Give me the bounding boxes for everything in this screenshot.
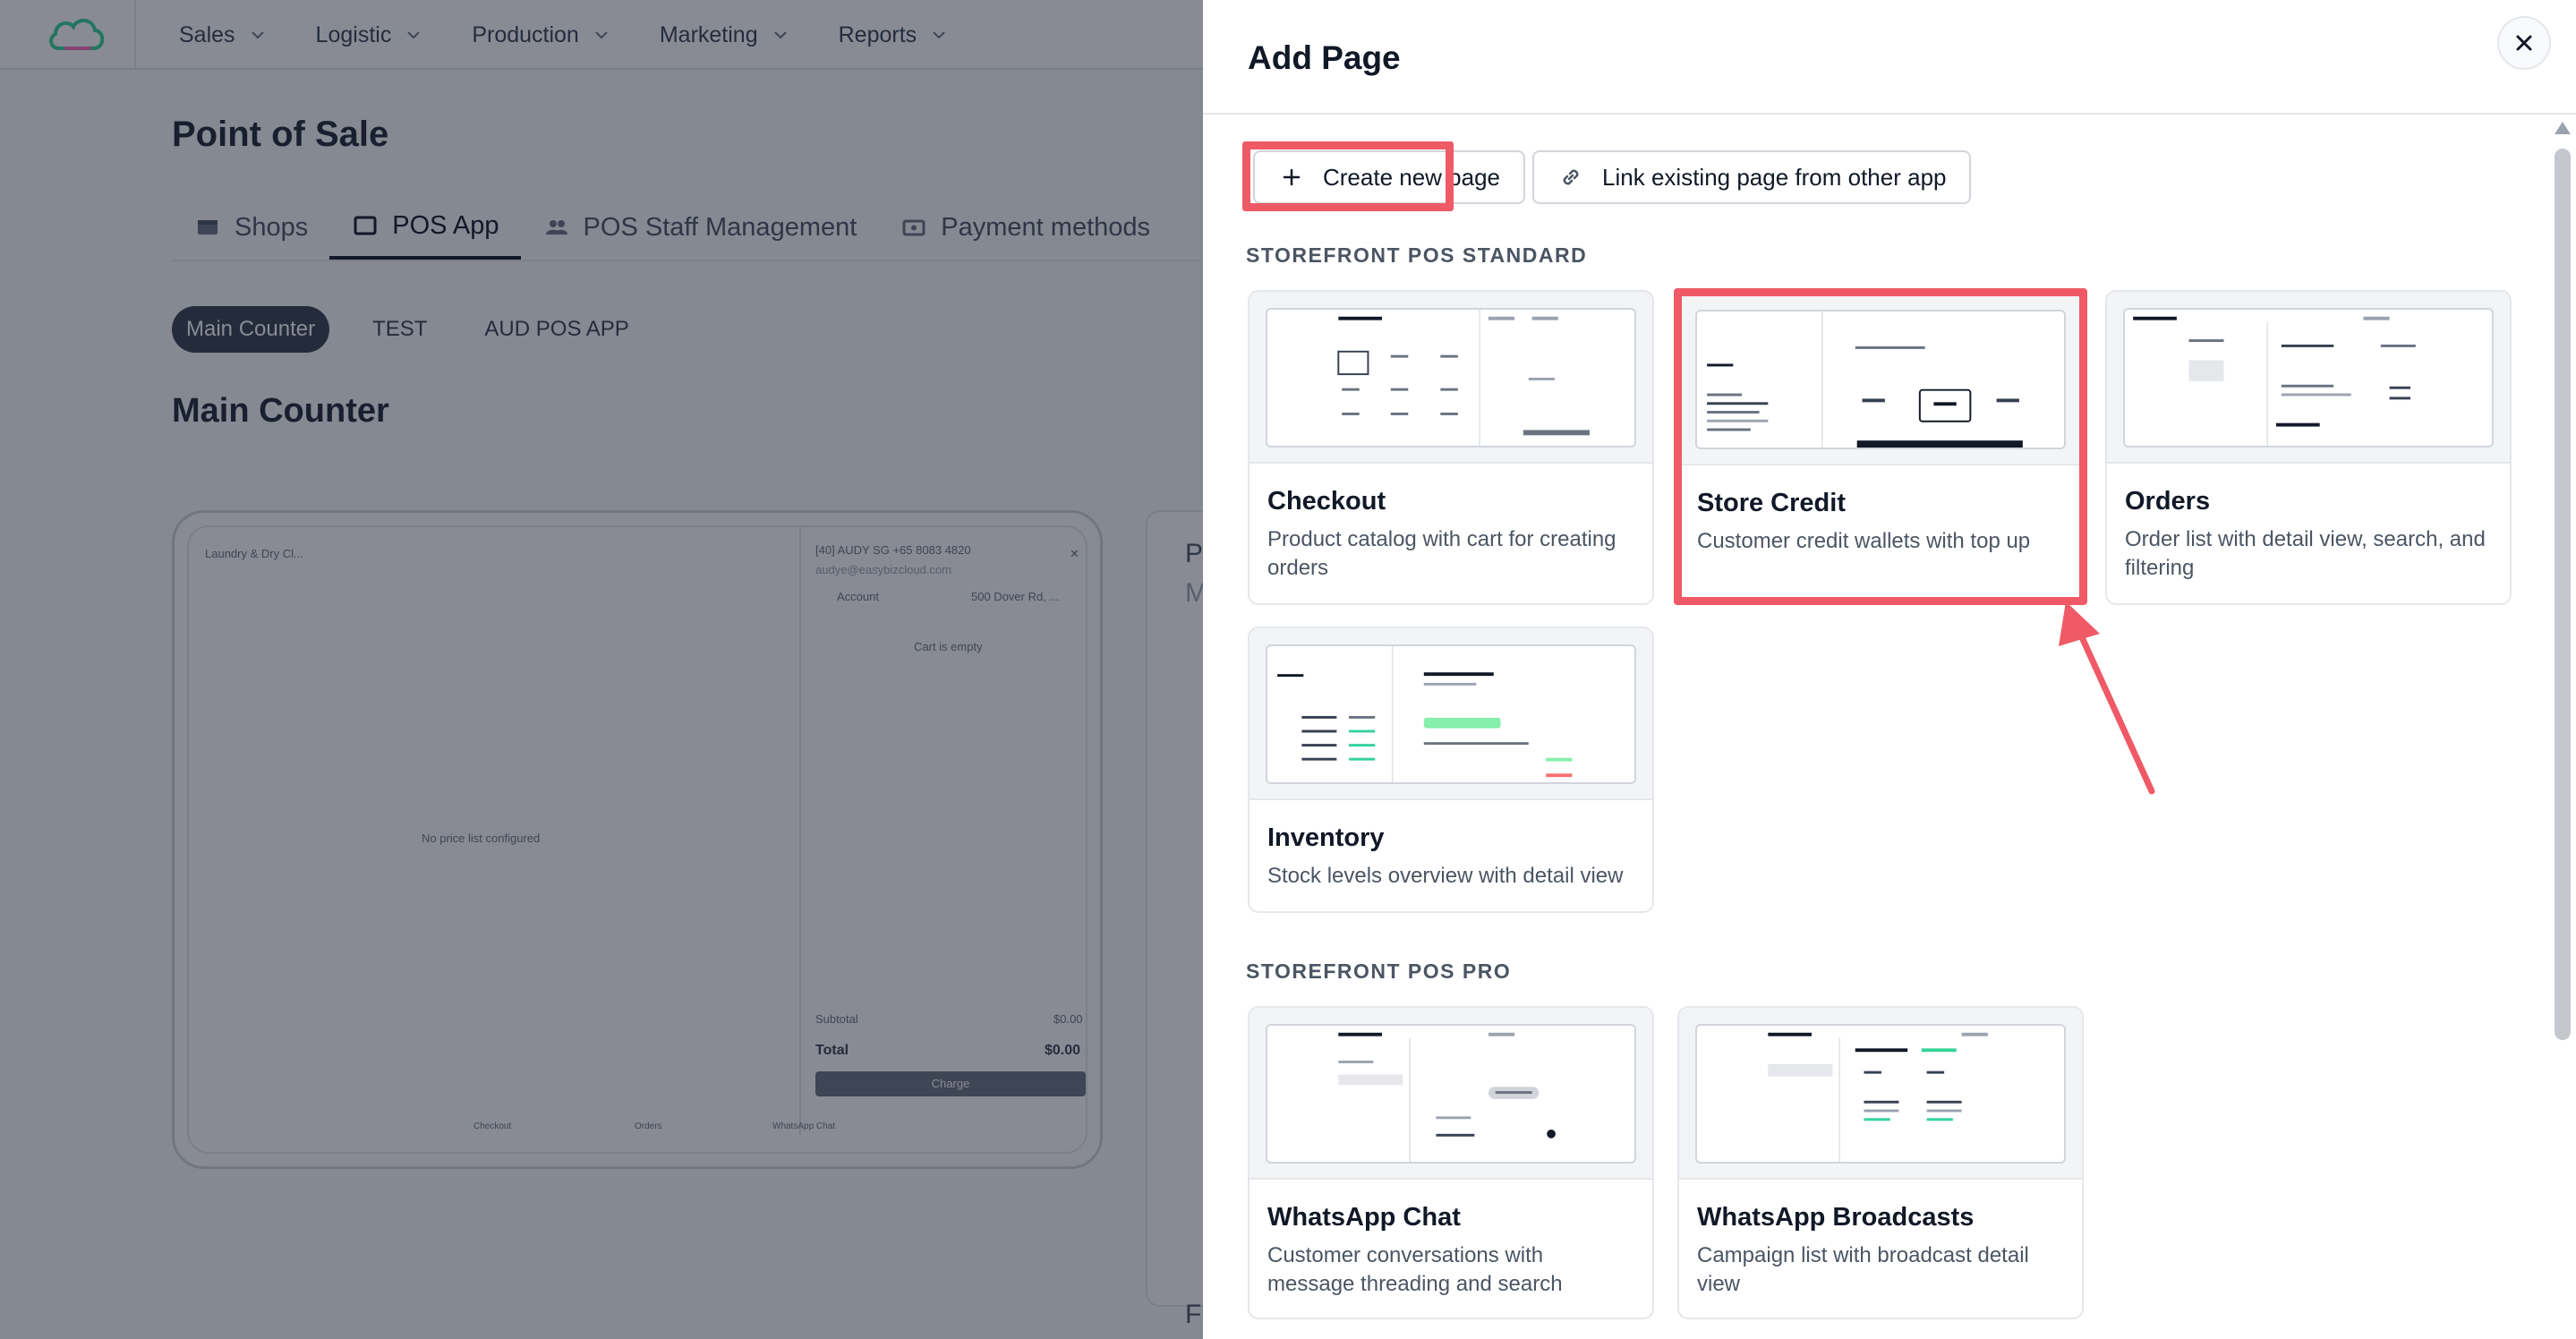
button-label: Link existing page from other app <box>1602 163 1947 191</box>
whatsapp-broadcasts-preview-icon <box>1768 1032 1988 1162</box>
card-title: Inventory <box>1267 823 1385 852</box>
group-title-pro: STOREFRONT POS PRO <box>1246 959 1512 983</box>
card-thumbnail <box>1250 628 1652 800</box>
thumbnail-preview <box>1695 1024 2066 1164</box>
thumbnail-preview <box>1266 308 1636 448</box>
page-card-store-credit[interactable]: Store Credit Customer credit wallets wit… <box>1677 292 2084 601</box>
card-description: Order list with detail view, search, and… <box>2125 527 2486 580</box>
button-label: Create new page <box>1323 163 1501 191</box>
action-buttons: Create new page Link existing page from … <box>1253 150 1972 204</box>
page-card-orders[interactable]: Orders Order list with detail view, sear… <box>2105 290 2512 605</box>
orders-preview-icon <box>2133 316 2416 446</box>
whatsapp-chat-preview-icon <box>1338 1032 1556 1162</box>
create-new-page-button[interactable]: Create new page <box>1253 150 1526 204</box>
card-description: Customer conversations with message thre… <box>1267 1243 1563 1296</box>
card-description: Stock levels overview with detail view <box>1267 864 1624 888</box>
card-description: Campaign list with broadcast detail view <box>1697 1243 2029 1296</box>
inventory-preview-icon <box>1277 646 1573 782</box>
checkout-preview-icon <box>1337 310 1590 446</box>
page-card-inventory[interactable]: Inventory Stock levels overview with det… <box>1248 627 1654 913</box>
panel-title: Add Page <box>1248 39 1401 76</box>
card-thumbnail <box>1679 294 2082 465</box>
page-card-whatsapp-broadcasts[interactable]: WhatsApp Broadcasts Campaign list with b… <box>1677 1006 2084 1319</box>
card-thumbnail <box>1679 1008 2082 1180</box>
close-button[interactable] <box>2497 16 2551 70</box>
card-thumbnail <box>1250 292 1652 464</box>
card-thumbnail <box>2107 292 2510 464</box>
card-title: WhatsApp Chat <box>1267 1203 1461 1232</box>
panel-header: Add Page <box>1203 0 2576 115</box>
close-icon <box>2516 35 2532 51</box>
group-title-standard: STOREFRONT POS STANDARD <box>1246 243 1588 267</box>
plus-icon <box>1283 168 1301 186</box>
link-existing-page-button[interactable]: Link existing page from other app <box>1532 150 1972 204</box>
page-card-checkout[interactable]: Checkout Product catalog with cart for c… <box>1248 290 1654 605</box>
card-title: Store Credit <box>1697 489 1846 517</box>
thumbnail-preview <box>1695 310 2066 449</box>
scrollbar-thumb[interactable] <box>2555 149 2571 1040</box>
scroll-up-icon[interactable] <box>2555 122 2571 134</box>
link-icon <box>1563 169 1579 185</box>
card-description: Customer credit wallets with top up <box>1697 529 2031 553</box>
card-title: Orders <box>2125 487 2211 516</box>
card-description: Product catalog with cart for creating o… <box>1267 527 1616 580</box>
card-title: Checkout <box>1267 487 1386 516</box>
thumbnail-preview <box>1266 1024 1636 1164</box>
add-page-panel: Add Page Create new page Link existing p… <box>1203 0 2576 1339</box>
thumbnail-preview <box>1266 644 1636 784</box>
thumbnail-preview <box>2123 308 2494 448</box>
store-credit-preview-icon <box>1707 311 2023 448</box>
page-card-whatsapp-chat[interactable]: WhatsApp Chat Customer conversations wit… <box>1248 1006 1654 1319</box>
card-thumbnail <box>1250 1008 1652 1180</box>
card-title: WhatsApp Broadcasts <box>1697 1203 1975 1232</box>
